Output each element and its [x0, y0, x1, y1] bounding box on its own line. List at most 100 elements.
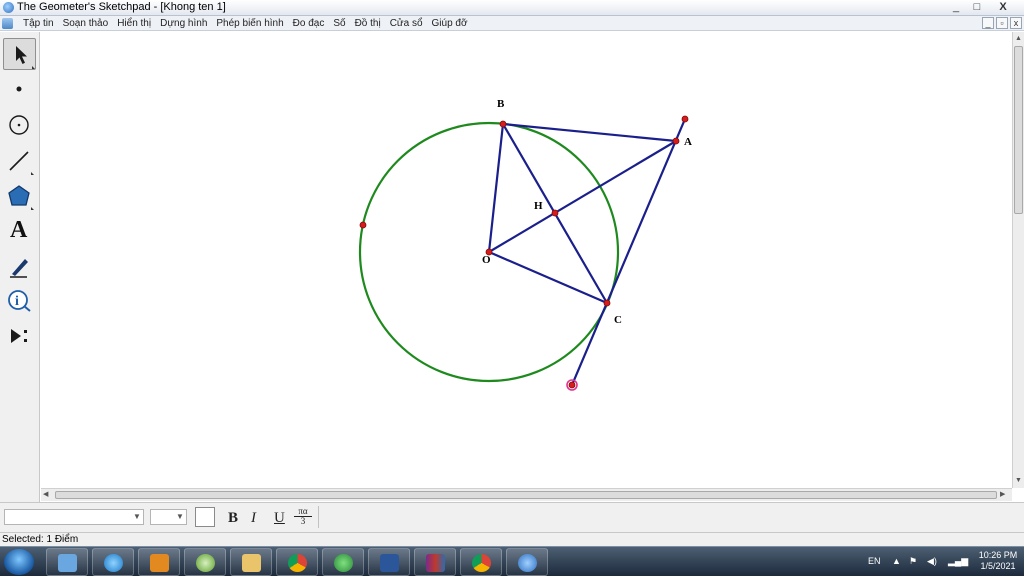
taskbar-media-player[interactable] — [138, 548, 180, 576]
taskbar-sketchpad[interactable] — [506, 548, 548, 576]
font-size-dropdown[interactable]: ▼ — [150, 509, 187, 525]
selected-point[interactable] — [568, 381, 576, 389]
doc-minimize-button[interactable]: _ — [982, 17, 994, 29]
label-o[interactable]: O — [482, 254, 491, 266]
point-tool[interactable] — [3, 73, 36, 105]
windows-taskbar: EN ▲ ⚑ ◀) ▂▄▆ 10:26 PM 1/5/2021 — [0, 546, 1024, 576]
math-format-denominator: 3 — [300, 516, 306, 526]
menu-construct[interactable]: Dựng hình — [160, 17, 213, 30]
scroll-up-arrow-icon[interactable]: ▲ — [1015, 34, 1022, 44]
text-color-swatch[interactable] — [195, 507, 215, 527]
menu-graph[interactable]: Đồ thị — [355, 17, 387, 30]
point-h[interactable] — [551, 209, 559, 217]
point-c[interactable] — [603, 299, 611, 307]
marker-tool[interactable] — [3, 250, 36, 282]
network-signal-icon[interactable]: ▂▄▆ — [948, 556, 968, 567]
menu-transform[interactable]: Phép biến hình — [216, 17, 289, 30]
point-a[interactable] — [672, 137, 680, 145]
maximize-button[interactable]: □ — [966, 0, 988, 14]
custom-tool[interactable] — [3, 320, 36, 352]
custom-tools-play-icon — [11, 329, 27, 343]
marker-pen-icon — [10, 259, 28, 278]
label-c[interactable]: C — [614, 314, 622, 326]
polygon-icon — [8, 185, 34, 210]
chrome-icon — [472, 554, 491, 572]
chrome-beta-icon — [288, 554, 307, 572]
doc-restore-button[interactable]: ▫ — [996, 17, 1008, 29]
horizontal-scrollbar[interactable]: ◀ ▶ — [41, 488, 1012, 501]
sketch-canvas[interactable]: B A H O C — [41, 32, 1012, 488]
label-h[interactable]: H — [534, 200, 543, 212]
taskbar-parrot-app[interactable] — [322, 548, 364, 576]
taskbar-word[interactable] — [368, 548, 410, 576]
compass-tool[interactable] — [3, 109, 36, 141]
font-family-dropdown[interactable]: ▼ — [4, 509, 144, 525]
taskbar-file-manager[interactable] — [46, 548, 88, 576]
math-format-button[interactable]: πα 3 — [294, 507, 312, 526]
chevron-down-icon: ▼ — [176, 512, 184, 521]
folder-icon — [242, 554, 261, 572]
line-through-a-c[interactable] — [570, 118, 687, 386]
point-on-circle[interactable] — [359, 221, 367, 229]
straightedge-tool[interactable] — [3, 145, 36, 177]
start-button-icon[interactable] — [4, 549, 34, 575]
taskbar-chrome[interactable] — [460, 548, 502, 576]
taskbar-geogebra[interactable] — [184, 548, 226, 576]
clock[interactable]: 10:26 PM 1/5/2021 — [974, 550, 1022, 572]
close-button[interactable]: X — [992, 0, 1014, 14]
menu-window[interactable]: Cửa sổ — [390, 17, 429, 30]
label-b[interactable]: B — [497, 98, 504, 110]
toolbar-divider — [318, 506, 319, 528]
scroll-right-arrow-icon[interactable]: ▶ — [1000, 490, 1005, 500]
polygon-tool[interactable] — [3, 180, 36, 212]
menu-help[interactable]: Giúp đỡ — [432, 17, 474, 30]
document-icon[interactable] — [2, 18, 13, 29]
action-center-flag-icon[interactable]: ⚑ — [909, 556, 917, 567]
segment-ba[interactable] — [502, 122, 677, 143]
information-tool[interactable]: i — [3, 285, 36, 317]
title-bar: The Geometer's Sketchpad - [Khong ten 1]… — [0, 0, 1024, 16]
menu-display[interactable]: Hiển thị — [117, 17, 157, 30]
media-player-icon — [150, 554, 169, 572]
taskbar-winrar[interactable] — [414, 548, 456, 576]
taskbar-internet-explorer[interactable] — [92, 548, 134, 576]
arrow-select-tool[interactable] — [3, 38, 36, 70]
show-hidden-icons-icon[interactable]: ▲ — [892, 556, 901, 566]
italic-button[interactable]: I — [251, 509, 256, 527]
minimize-button[interactable]: _ — [945, 0, 967, 14]
label-a[interactable]: A — [684, 136, 692, 148]
volume-icon[interactable]: ◀) — [927, 556, 937, 567]
menu-measure[interactable]: Đo đạc — [293, 17, 331, 30]
menu-file[interactable]: Tập tin — [23, 17, 60, 30]
menu-edit[interactable]: Soạn thảo — [63, 17, 115, 30]
internet-explorer-icon — [104, 554, 123, 572]
word-icon — [380, 554, 399, 572]
scroll-left-arrow-icon[interactable]: ◀ — [43, 490, 48, 500]
segment-oc[interactable] — [488, 250, 608, 305]
window-title: The Geometer's Sketchpad - [Khong ten 1] — [17, 1, 226, 13]
scroll-down-arrow-icon[interactable]: ▼ — [1015, 476, 1022, 486]
menu-bar: Tập tin Soạn thảo Hiển thị Dựng hình Phé… — [0, 16, 1024, 31]
straightedge-icon — [9, 151, 34, 175]
vertical-scroll-thumb[interactable] — [1014, 46, 1023, 214]
underline-button[interactable]: U — [274, 509, 285, 527]
sketch-drawing[interactable] — [41, 32, 1012, 488]
winrar-icon — [426, 554, 445, 572]
horizontal-scroll-thumb[interactable] — [55, 491, 997, 499]
text-tool[interactable]: A — [3, 215, 36, 247]
bold-button[interactable]: B — [228, 509, 238, 527]
point-line-end[interactable] — [681, 115, 689, 123]
clock-date: 1/5/2021 — [980, 561, 1016, 571]
language-indicator[interactable]: EN — [868, 556, 881, 566]
taskbar-chrome-beta[interactable] — [276, 548, 318, 576]
point-b[interactable] — [499, 120, 507, 128]
geogebra-icon — [196, 554, 215, 572]
sketchpad-app-icon — [3, 2, 14, 13]
segment-oa[interactable] — [488, 140, 677, 253]
segment-ob[interactable] — [487, 123, 505, 253]
doc-close-button[interactable]: x — [1010, 17, 1022, 29]
taskbar-explorer-folder[interactable] — [230, 548, 272, 576]
vertical-scrollbar[interactable]: ▲ ▼ — [1012, 32, 1024, 488]
menu-number[interactable]: Số — [333, 17, 351, 30]
clock-time: 10:26 PM — [978, 550, 1018, 560]
